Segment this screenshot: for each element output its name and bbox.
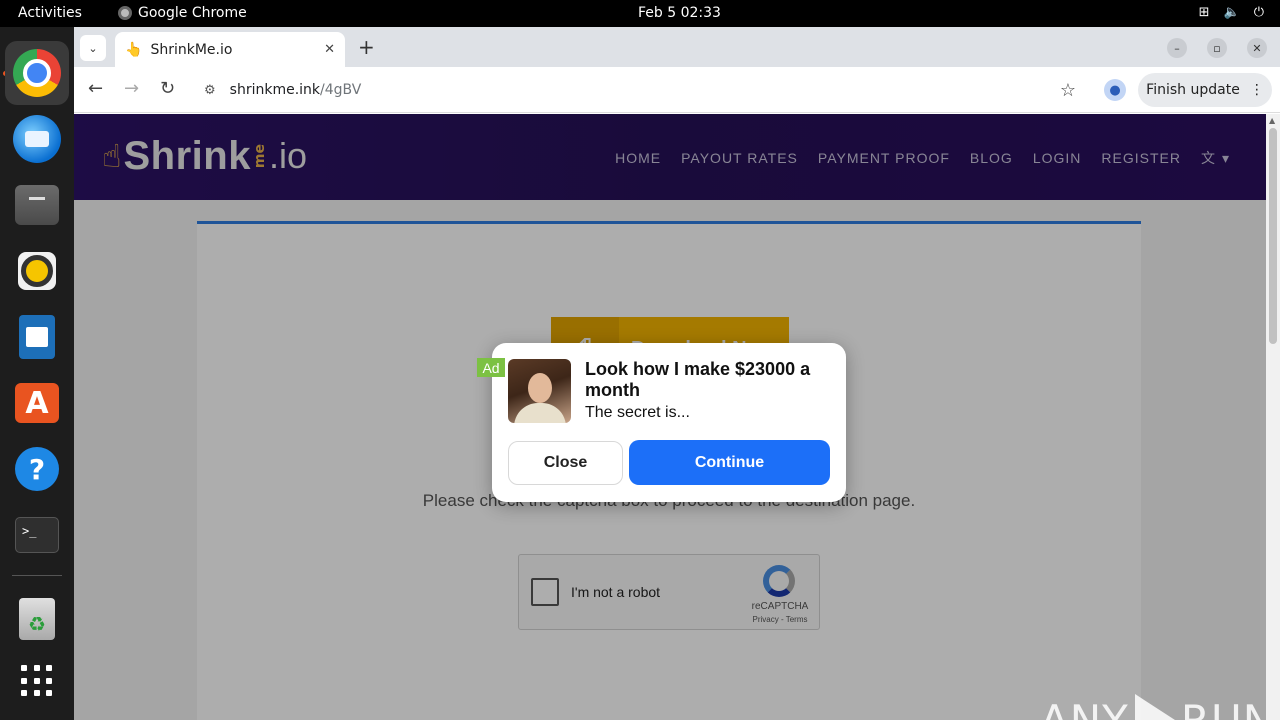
ad-thumbnail-image[interactable] (508, 359, 571, 423)
show-apps-icon (21, 665, 53, 697)
dock-rhythmbox[interactable] (5, 239, 69, 303)
site-info-icon[interactable]: ⚙ (204, 83, 216, 98)
chrome-icon (13, 49, 61, 97)
activities-button[interactable]: Activities (18, 5, 82, 21)
ad-close-button[interactable]: Close (508, 441, 623, 485)
profile-avatar[interactable]: ● (1104, 79, 1126, 101)
dock-app-center[interactable]: A (5, 371, 69, 435)
thumbnail-face (528, 373, 552, 403)
forward-button[interactable]: → (124, 78, 139, 99)
tab-strip: ⌄ 👆 ShrinkMe.io ✕ + – ▫ ✕ (74, 27, 1280, 67)
app-name-label: Google Chrome (138, 5, 247, 21)
ad-popup: Ad Look how I make $23000 a month The se… (477, 343, 846, 502)
close-tab-icon[interactable]: ✕ (324, 42, 335, 57)
browser-window: ⌄ 👆 ShrinkMe.io ✕ + – ▫ ✕ ← → ↻ ⚙ shrink… (74, 27, 1280, 720)
kebab-menu-icon: ⋮ (1249, 82, 1264, 98)
network-icon: ⊞ (1198, 5, 1210, 20)
dock-help[interactable]: ? (5, 437, 69, 501)
ad-continue-button[interactable]: Continue (629, 440, 830, 485)
dock-show-apps[interactable] (5, 649, 69, 713)
scrollbar-thumb[interactable] (1269, 128, 1277, 344)
finish-update-label: Finish update (1146, 82, 1240, 98)
address-bar[interactable]: ⚙ shrinkme.ink/4gBV ☆ (192, 73, 1088, 107)
browser-toolbar: ← → ↻ ⚙ shrinkme.ink/4gBV ☆ ● Finish upd… (74, 67, 1280, 113)
thunderbird-icon (13, 115, 61, 163)
url-host: shrinkme.ink (229, 82, 321, 98)
reload-button[interactable]: ↻ (160, 78, 175, 99)
dock-files[interactable] (5, 173, 69, 237)
bookmark-star-icon[interactable]: ☆ (1060, 80, 1076, 101)
tab-shrinkme[interactable]: 👆 ShrinkMe.io ✕ (115, 32, 345, 67)
thumbnail-dress (514, 403, 566, 423)
chevron-down-icon: ⌄ (88, 41, 98, 55)
app-center-icon: A (15, 383, 59, 423)
url-path: /4gBV (320, 82, 362, 98)
tab-title: ShrinkMe.io (150, 41, 233, 58)
dock-writer[interactable] (5, 305, 69, 369)
watermark-left: ANY (1040, 695, 1129, 720)
ad-title: Look how I make $23000 a month (585, 359, 811, 400)
dock-chrome[interactable] (5, 41, 69, 105)
power-icon: ⏻ (1253, 5, 1264, 20)
close-window-button[interactable]: ✕ (1247, 38, 1267, 58)
new-tab-button[interactable]: + (358, 35, 375, 59)
finish-update-button[interactable]: Finish update ⋮ (1138, 73, 1272, 107)
chrome-mini-icon (118, 6, 132, 20)
dock: A ? >_ ♻ (0, 27, 74, 720)
dock-trash[interactable]: ♻ (5, 587, 69, 651)
writer-icon (19, 315, 55, 359)
ad-badge: Ad (477, 358, 505, 377)
tab-favicon-icon: 👆 (125, 41, 143, 58)
app-menu[interactable]: Google Chrome (118, 5, 247, 21)
scroll-up-icon[interactable]: ▲ (1269, 116, 1275, 125)
terminal-icon: >_ (15, 517, 59, 553)
back-button[interactable]: ← (88, 78, 103, 99)
help-icon: ? (15, 447, 59, 491)
volume-icon: 🔈 (1223, 5, 1240, 20)
dock-separator (12, 575, 62, 576)
clock[interactable]: Feb 5 02:33 (638, 5, 721, 21)
play-icon (1134, 694, 1175, 720)
system-tray[interactable]: ⊞ 🔈 ⏻ (1199, 5, 1264, 20)
minimize-button[interactable]: – (1167, 38, 1187, 58)
dock-terminal[interactable]: >_ (5, 503, 69, 567)
page-scrollbar[interactable]: ▲ (1266, 114, 1280, 720)
watermark-right: RUN (1180, 695, 1266, 720)
anyrun-watermark: ANY RUN (1040, 694, 1266, 720)
system-top-bar: Activities Google Chrome Feb 5 02:33 ⊞ 🔈… (0, 0, 1280, 27)
maximize-button[interactable]: ▫ (1207, 38, 1227, 58)
web-page: ☝ Shrink me .io HOME PAYOUT RATES PAYMEN… (74, 114, 1266, 720)
tab-search-button[interactable]: ⌄ (80, 35, 106, 61)
dock-thunderbird[interactable] (5, 107, 69, 171)
ad-subtitle: The secret is... (585, 404, 690, 421)
rhythmbox-icon (18, 252, 56, 290)
files-icon (15, 185, 59, 225)
trash-icon: ♻ (19, 598, 55, 640)
